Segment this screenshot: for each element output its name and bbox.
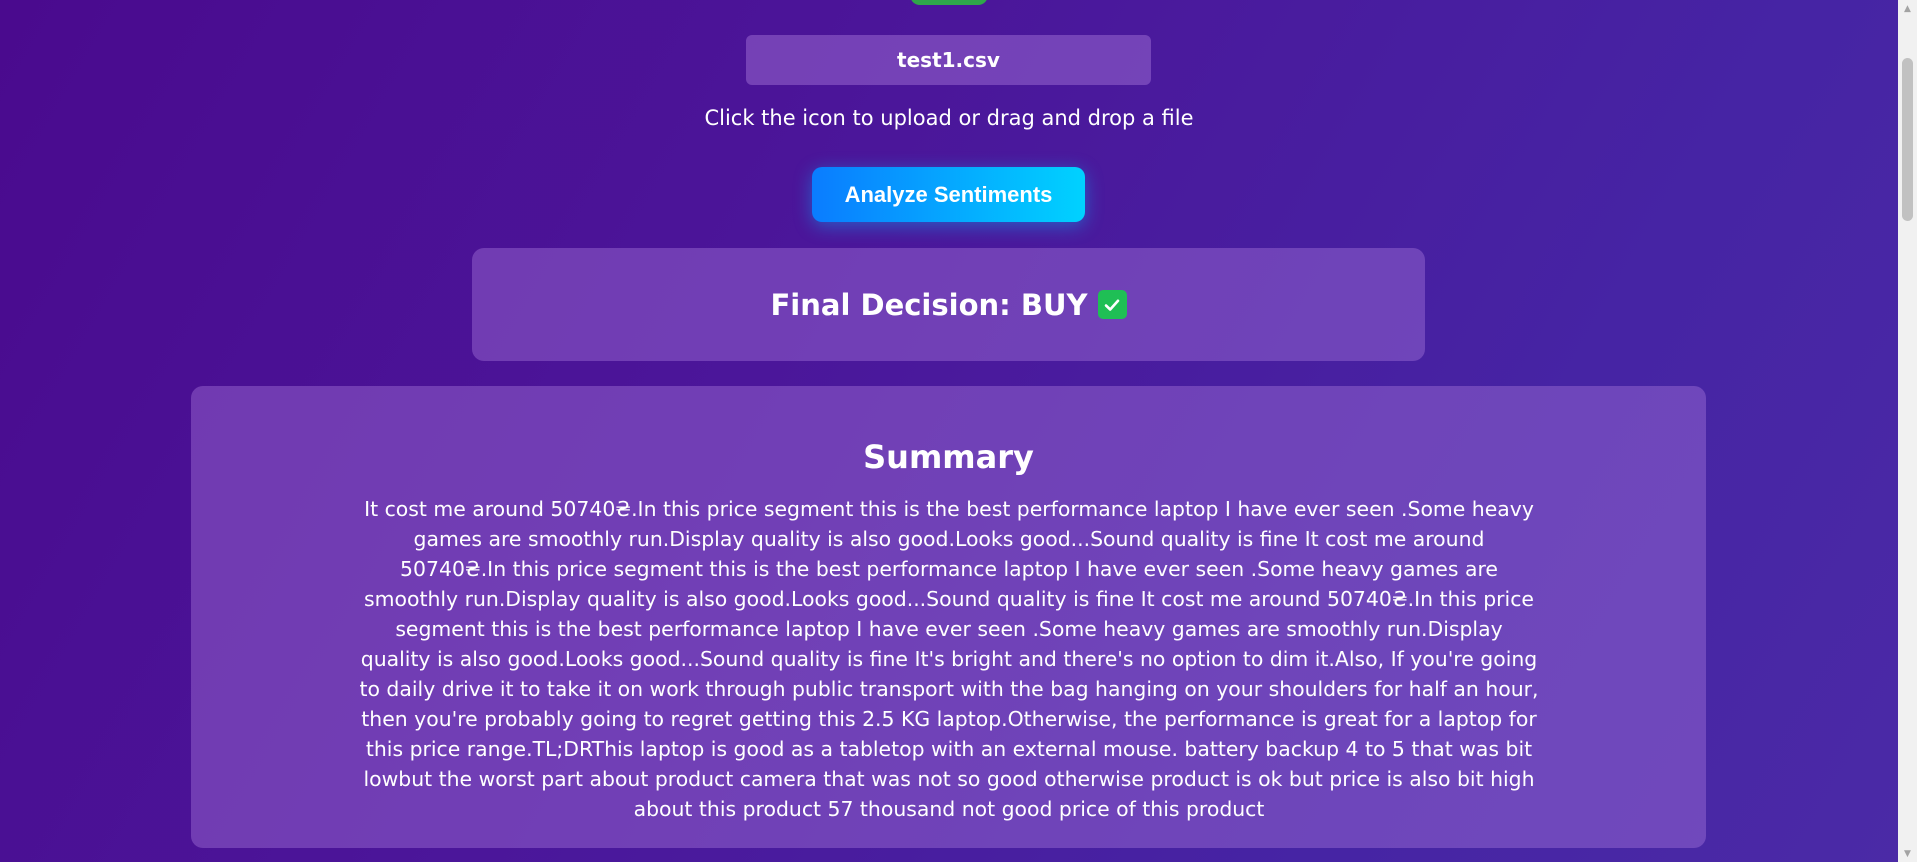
- analyze-sentiments-button[interactable]: Analyze Sentiments: [812, 167, 1085, 222]
- check-mark-icon: [1097, 290, 1127, 319]
- upload-icon[interactable]: [910, 0, 988, 5]
- vertical-scrollbar[interactable]: ▲ ▼: [1898, 0, 1917, 862]
- scrollbar-thumb[interactable]: [1902, 58, 1913, 221]
- file-name: test1.csv: [897, 48, 1000, 72]
- selected-file-box[interactable]: test1.csv: [746, 35, 1151, 85]
- summary-card: Summary It cost me around 50740₴.In this…: [191, 386, 1706, 848]
- scroll-down-arrow-icon[interactable]: ▼: [1898, 845, 1917, 862]
- final-decision-text: Final Decision: BUY: [770, 287, 1088, 322]
- upload-hint: Click the icon to upload or drag and dro…: [704, 106, 1194, 130]
- page: test1.csv Click the icon to upload or dr…: [0, 0, 1898, 862]
- summary-text: It cost me around 50740₴.In this price s…: [359, 497, 1539, 821]
- summary-title: Summary: [863, 438, 1034, 476]
- final-decision-card: Final Decision: BUY: [472, 248, 1425, 361]
- scroll-up-arrow-icon[interactable]: ▲: [1898, 0, 1917, 17]
- final-decision: Final Decision: BUY: [771, 288, 1127, 322]
